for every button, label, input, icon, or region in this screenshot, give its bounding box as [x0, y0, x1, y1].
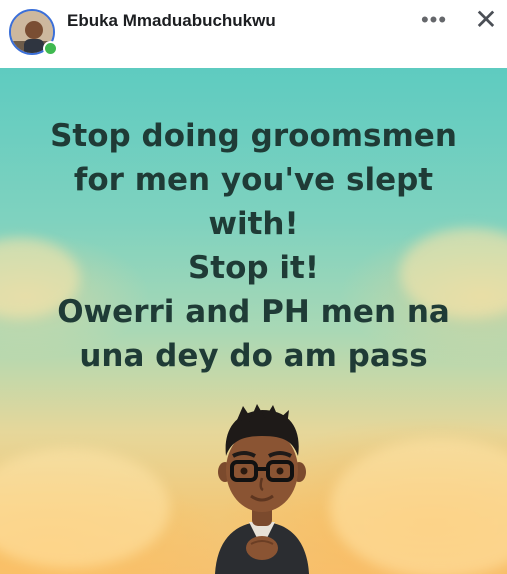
post-text-line: Stop doing groomsmen: [50, 118, 457, 154]
post-text: Stop doing groomsmen for men you've slep…: [0, 114, 507, 378]
cloud-decoration: [330, 438, 507, 574]
post-text-line: for men you've slept: [73, 162, 434, 198]
post-text-line: Owerri and PH men na: [57, 294, 450, 330]
post-text-line: una dey do am pass: [79, 338, 428, 374]
close-icon: ✕: [474, 4, 498, 35]
post-header: Ebuka Mmaduabuchukwu ••• ✕: [0, 0, 507, 68]
more-options-button[interactable]: •••: [420, 6, 448, 34]
cloud-decoration: [0, 448, 170, 568]
close-button[interactable]: ✕: [470, 4, 502, 36]
post-meta: [67, 36, 147, 46]
post-text-line: Stop it!: [187, 250, 319, 286]
post-text-line: with!: [208, 206, 299, 242]
online-status-dot: [43, 41, 58, 56]
author-name[interactable]: Ebuka Mmaduabuchukwu: [67, 11, 276, 31]
post-image[interactable]: Stop doing groomsmen for men you've slep…: [0, 68, 507, 574]
memoji-avatar: [215, 404, 309, 574]
profile-avatar[interactable]: [9, 9, 58, 57]
more-horizontal-icon: •••: [420, 7, 448, 32]
